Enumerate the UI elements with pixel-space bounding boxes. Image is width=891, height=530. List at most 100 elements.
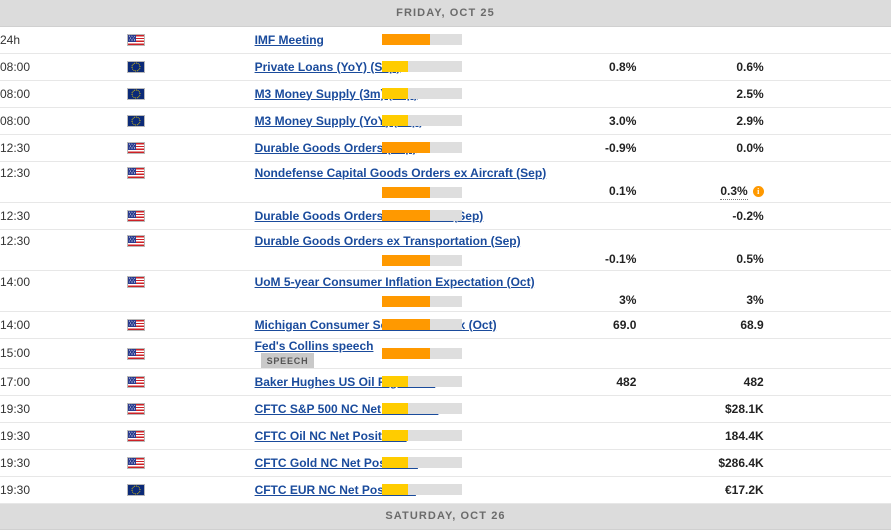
volatility-bar[interactable]	[381, 115, 462, 126]
volatility-bar[interactable]	[381, 254, 462, 266]
us-flag-icon	[127, 403, 146, 416]
volatility-bar[interactable]	[381, 319, 462, 330]
calendar-event-row[interactable]: 12:30 Nondefense Capital Goods Orders ex …	[0, 161, 891, 203]
row-spacer	[763, 449, 891, 477]
forecast-value-cell: 2.5%	[636, 80, 764, 108]
volatility-bar[interactable]	[381, 210, 462, 221]
actual-value-cell	[509, 338, 637, 369]
calendar-event-row[interactable]: 15:00 Fed's Collins speechSPEECH	[0, 338, 891, 369]
calendar-event-row[interactable]: 19:30 CFTC Gold NC Net Positions $286.4K	[0, 449, 891, 477]
forecast-value-cell	[636, 26, 764, 54]
event-name-link[interactable]: IMF Meeting	[255, 33, 324, 47]
event-name-link[interactable]: Fed's Collins speech	[255, 339, 374, 353]
forecast-value-cell: 3%	[636, 270, 764, 312]
calendar-event-row[interactable]: 08:00 Private Loans (YoY) (Sep) 0.8% 0.6%	[0, 53, 891, 81]
event-volatility-cell[interactable]	[381, 368, 510, 396]
event-time: 12:30	[0, 202, 128, 230]
actual-value: 3.0%	[609, 113, 637, 128]
event-name-cell: M3 Money Supply (YoY) (Sep)	[254, 107, 423, 135]
forecast-value: 68.9	[740, 317, 764, 332]
event-name-cell: Michigan Consumer Sentiment Index (Oct)	[254, 311, 497, 339]
event-volatility-cell[interactable]	[381, 395, 510, 423]
event-country-flag	[127, 80, 255, 108]
actual-value: -0.1%	[605, 251, 637, 266]
event-country-flag	[127, 26, 255, 54]
actual-value-cell	[509, 476, 637, 504]
volatility-bar[interactable]	[381, 457, 462, 468]
forecast-value: 2.9%	[736, 113, 764, 128]
event-volatility-cell[interactable]	[381, 107, 510, 135]
event-country-flag	[127, 395, 255, 423]
volatility-bar[interactable]	[381, 376, 462, 387]
event-name-link[interactable]: UoM 5-year Consumer Inflation Expectatio…	[255, 275, 535, 289]
volatility-bar[interactable]	[381, 295, 462, 307]
row-spacer	[763, 202, 891, 230]
event-country-flag	[127, 53, 255, 81]
event-name-link[interactable]: Private Loans (YoY) (Sep)	[255, 60, 401, 74]
us-flag-icon	[127, 457, 146, 470]
volatility-bar[interactable]	[381, 430, 462, 441]
calendar-event-row[interactable]: 19:30 CFTC Oil NC Net Positions 184.4K	[0, 422, 891, 450]
volatility-bar[interactable]	[381, 61, 462, 72]
volatility-bar[interactable]	[381, 484, 462, 495]
event-time: 19:30	[0, 476, 128, 504]
forecast-value-cell: $286.4K	[636, 449, 764, 477]
event-volatility-cell[interactable]	[381, 53, 510, 81]
actual-value: -0.9%	[605, 140, 637, 155]
row-spacer	[763, 80, 891, 108]
event-name-cell: CFTC S&P 500 NC Net Positions	[254, 395, 438, 423]
actual-value: 69.0	[613, 317, 637, 332]
info-icon[interactable]: i	[752, 185, 764, 197]
calendar-event-row[interactable]: 08:00 M3 Money Supply (YoY) (Sep) 3.0% 2.9%	[0, 107, 891, 135]
forecast-value: -0.2%	[732, 208, 764, 223]
calendar-event-row[interactable]: 17:00 Baker Hughes US Oil Rig Count 482 482	[0, 368, 891, 396]
forecast-value-cell: 0.5%	[636, 229, 764, 271]
event-volatility-cell[interactable]	[381, 80, 510, 108]
event-time: 17:00	[0, 368, 128, 396]
row-spacer	[763, 338, 891, 369]
event-time: 12:30	[0, 229, 128, 271]
event-name-cell: UoM 5-year Consumer Inflation Expectatio…	[254, 270, 535, 312]
row-spacer	[763, 53, 891, 81]
calendar-event-row[interactable]: 24h IMF Meeting	[0, 26, 891, 54]
event-volatility-cell[interactable]	[381, 476, 510, 504]
event-name-link[interactable]: Durable Goods Orders ex Transportation (…	[255, 234, 521, 248]
forecast-value: 0.0%	[736, 140, 764, 155]
event-country-flag	[127, 229, 255, 271]
event-name-link[interactable]: Nondefense Capital Goods Orders ex Aircr…	[255, 166, 547, 180]
event-country-flag	[127, 202, 255, 230]
event-name-cell: Nondefense Capital Goods Orders ex Aircr…	[254, 161, 546, 203]
volatility-bar[interactable]	[381, 186, 462, 198]
event-name-cell: CFTC Oil NC Net Positions	[254, 422, 407, 450]
forecast-value: 184.4K	[724, 428, 764, 443]
event-volatility-cell[interactable]	[381, 422, 510, 450]
calendar-event-row[interactable]: 14:00 UoM 5-year Consumer Inflation Expec…	[0, 270, 891, 312]
event-volatility-cell[interactable]	[381, 26, 510, 54]
event-volatility-cell[interactable]	[381, 134, 510, 162]
calendar-event-row[interactable]: 19:30 CFTC S&P 500 NC Net Positions $28.1K	[0, 395, 891, 423]
volatility-bar[interactable]	[381, 88, 462, 99]
event-time: 12:30	[0, 134, 128, 162]
actual-value-cell: -0.1%	[509, 229, 637, 271]
us-flag-icon	[127, 347, 146, 360]
volatility-bar[interactable]	[381, 403, 462, 414]
event-volatility-cell[interactable]	[381, 202, 510, 230]
day-header-row-friday: FRIDAY, OCT 25	[0, 0, 891, 27]
forecast-value[interactable]: 0.3%	[720, 183, 748, 200]
calendar-event-row[interactable]: 12:30 Durable Goods Orders ex Transportat…	[0, 229, 891, 271]
event-name-cell: M3 Money Supply (3m) (Sep)	[254, 80, 418, 108]
calendar-event-row[interactable]: 12:30 Durable Goods Orders (Sep) -0.9% 0.0%	[0, 134, 891, 162]
volatility-bar[interactable]	[381, 34, 462, 45]
calendar-event-row[interactable]: 12:30 Durable Goods Orders ex Defense (Se…	[0, 202, 891, 230]
event-volatility-cell[interactable]	[381, 449, 510, 477]
calendar-event-row[interactable]: 08:00 M3 Money Supply (3m) (Sep) 2.5%	[0, 80, 891, 108]
calendar-event-row[interactable]: 19:30 CFTC EUR NC Net Positions €17.2K	[0, 476, 891, 504]
volatility-bar[interactable]	[381, 347, 462, 359]
volatility-bar[interactable]	[381, 142, 462, 153]
calendar-event-row[interactable]: 14:00 Michigan Consumer Sentiment Index (…	[0, 311, 891, 339]
row-spacer	[763, 107, 891, 135]
eu-flag-icon	[127, 115, 146, 128]
economic-calendar-table: FRIDAY, OCT 25 24h IMF Meeting 08:00 Privat…	[0, 0, 891, 530]
event-volatility-cell[interactable]	[381, 338, 510, 369]
event-country-flag	[127, 368, 255, 396]
